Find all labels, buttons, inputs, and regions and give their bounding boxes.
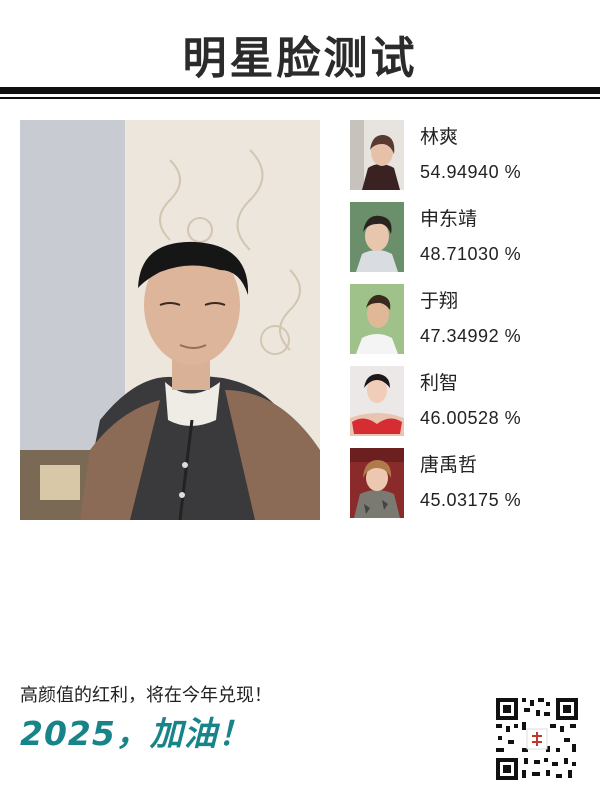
match-name: 唐禹哲 [420,454,478,476]
match-item[interactable]: 于翔 47.34992 % [350,284,580,356]
header-divider-thick [0,87,600,94]
match-score: 45.03175 % [420,490,522,510]
match-score: 54.94940 % [420,162,522,182]
match-item[interactable]: 唐禹哲 45.03175 % [350,448,580,520]
match-thumbnail [350,120,404,190]
header: 明星脸测试 [0,0,600,110]
match-thumbnail [350,202,404,272]
match-score: 48.71030 % [420,244,522,264]
footer-tagline: 高颜值的红利，将在今年兑现！ [20,685,272,706]
qr-code-icon[interactable] [494,696,580,782]
footer-slogan: 2025，加油！ [20,714,252,753]
match-name: 于翔 [420,290,459,312]
match-score: 46.00528 % [420,408,522,428]
match-thumbnail [350,284,404,354]
match-thumbnail [350,366,404,436]
uploaded-photo [20,120,320,520]
match-name: 利智 [420,372,459,394]
match-name: 林爽 [420,126,459,148]
match-thumbnail [350,448,404,518]
match-item[interactable]: 利智 46.00528 % [350,366,580,438]
header-divider-thin [0,97,600,99]
match-item[interactable]: 林爽 54.94940 % [350,120,580,192]
match-name: 申东靖 [420,208,478,230]
match-item[interactable]: 申东靖 48.71030 % [350,202,580,274]
page-title: 明星脸测试 [182,33,418,84]
match-score: 47.34992 % [420,326,522,346]
